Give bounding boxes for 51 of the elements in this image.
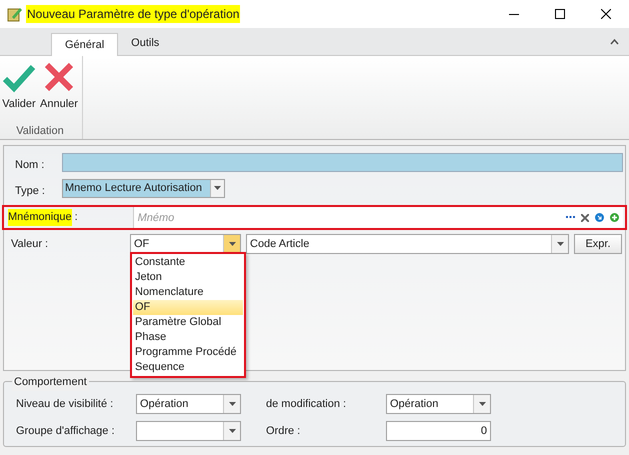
notebook-icon [6,6,22,22]
caret-icon [228,429,236,433]
group-title: Comportement [12,374,89,390]
caret-icon [214,186,221,190]
navigate-icon[interactable] [595,213,604,222]
field-label: Nom : [14,158,46,174]
type-dropdown[interactable]: Mnemo Lecture Autorisation [62,178,225,198]
dropdown-option[interactable]: Sequence [133,360,243,375]
caret-icon [478,402,486,406]
ribbon-tab[interactable]: Général [51,33,118,56]
field-label: Niveau de visibilité : [16,396,114,412]
number-field[interactable]: 0 [386,421,491,441]
dropdown-option[interactable]: Constante [133,255,243,270]
ribbon-button[interactable]: Annuler [38,60,80,112]
dropdown-field[interactable]: Opération [386,394,491,414]
mnemonic-field[interactable]: Mnémo [132,207,623,228]
dropdown-field[interactable]: Opération [136,394,241,414]
caret-icon [228,242,236,246]
dropdown-option[interactable]: Phase [133,330,243,345]
caret-icon [228,402,236,406]
dropdown-option[interactable]: Nomenclature [133,285,243,300]
expression-button[interactable]: Expr. [574,234,622,254]
ribbon-button[interactable]: Valider [0,60,38,112]
dropdown-field[interactable]: Code Article [246,234,569,254]
add-icon[interactable] [610,213,619,222]
close-icon [601,9,611,19]
cross-icon [42,60,75,92]
maximize-icon [555,9,565,19]
dropdown-option[interactable]: Jeton [133,270,243,285]
dropdown-option[interactable]: Paramètre Global [133,315,243,330]
field-label: Ordre : [266,424,302,439]
mnemonic-label: Mnémonique [8,209,72,226]
field-label: Groupe d'affichage : [16,424,116,439]
field-label: de modification : [266,396,348,412]
clear-icon[interactable] [581,214,589,222]
group-label: Validation [16,124,64,139]
colon-text: : [74,210,79,226]
ribbon-tab[interactable]: Outils [118,32,172,55]
checkmark-icon [2,62,36,92]
dropdown-field[interactable] [136,421,241,441]
name-field[interactable] [62,153,623,172]
dropdown-option[interactable]: OF [133,300,243,315]
text-input[interactable]: Mnémo [134,208,566,227]
window-title: Nouveau Paramètre de type d'opération [26,5,240,23]
caret-icon [556,242,564,246]
field-label: Valeur : [10,236,50,252]
dropdown-field[interactable]: OF [130,234,241,254]
field-label: Type : [14,184,46,199]
more-icon[interactable] [566,216,575,219]
collapse-icon [610,38,619,45]
dropdown-option[interactable]: Programme Procédé [133,345,243,360]
